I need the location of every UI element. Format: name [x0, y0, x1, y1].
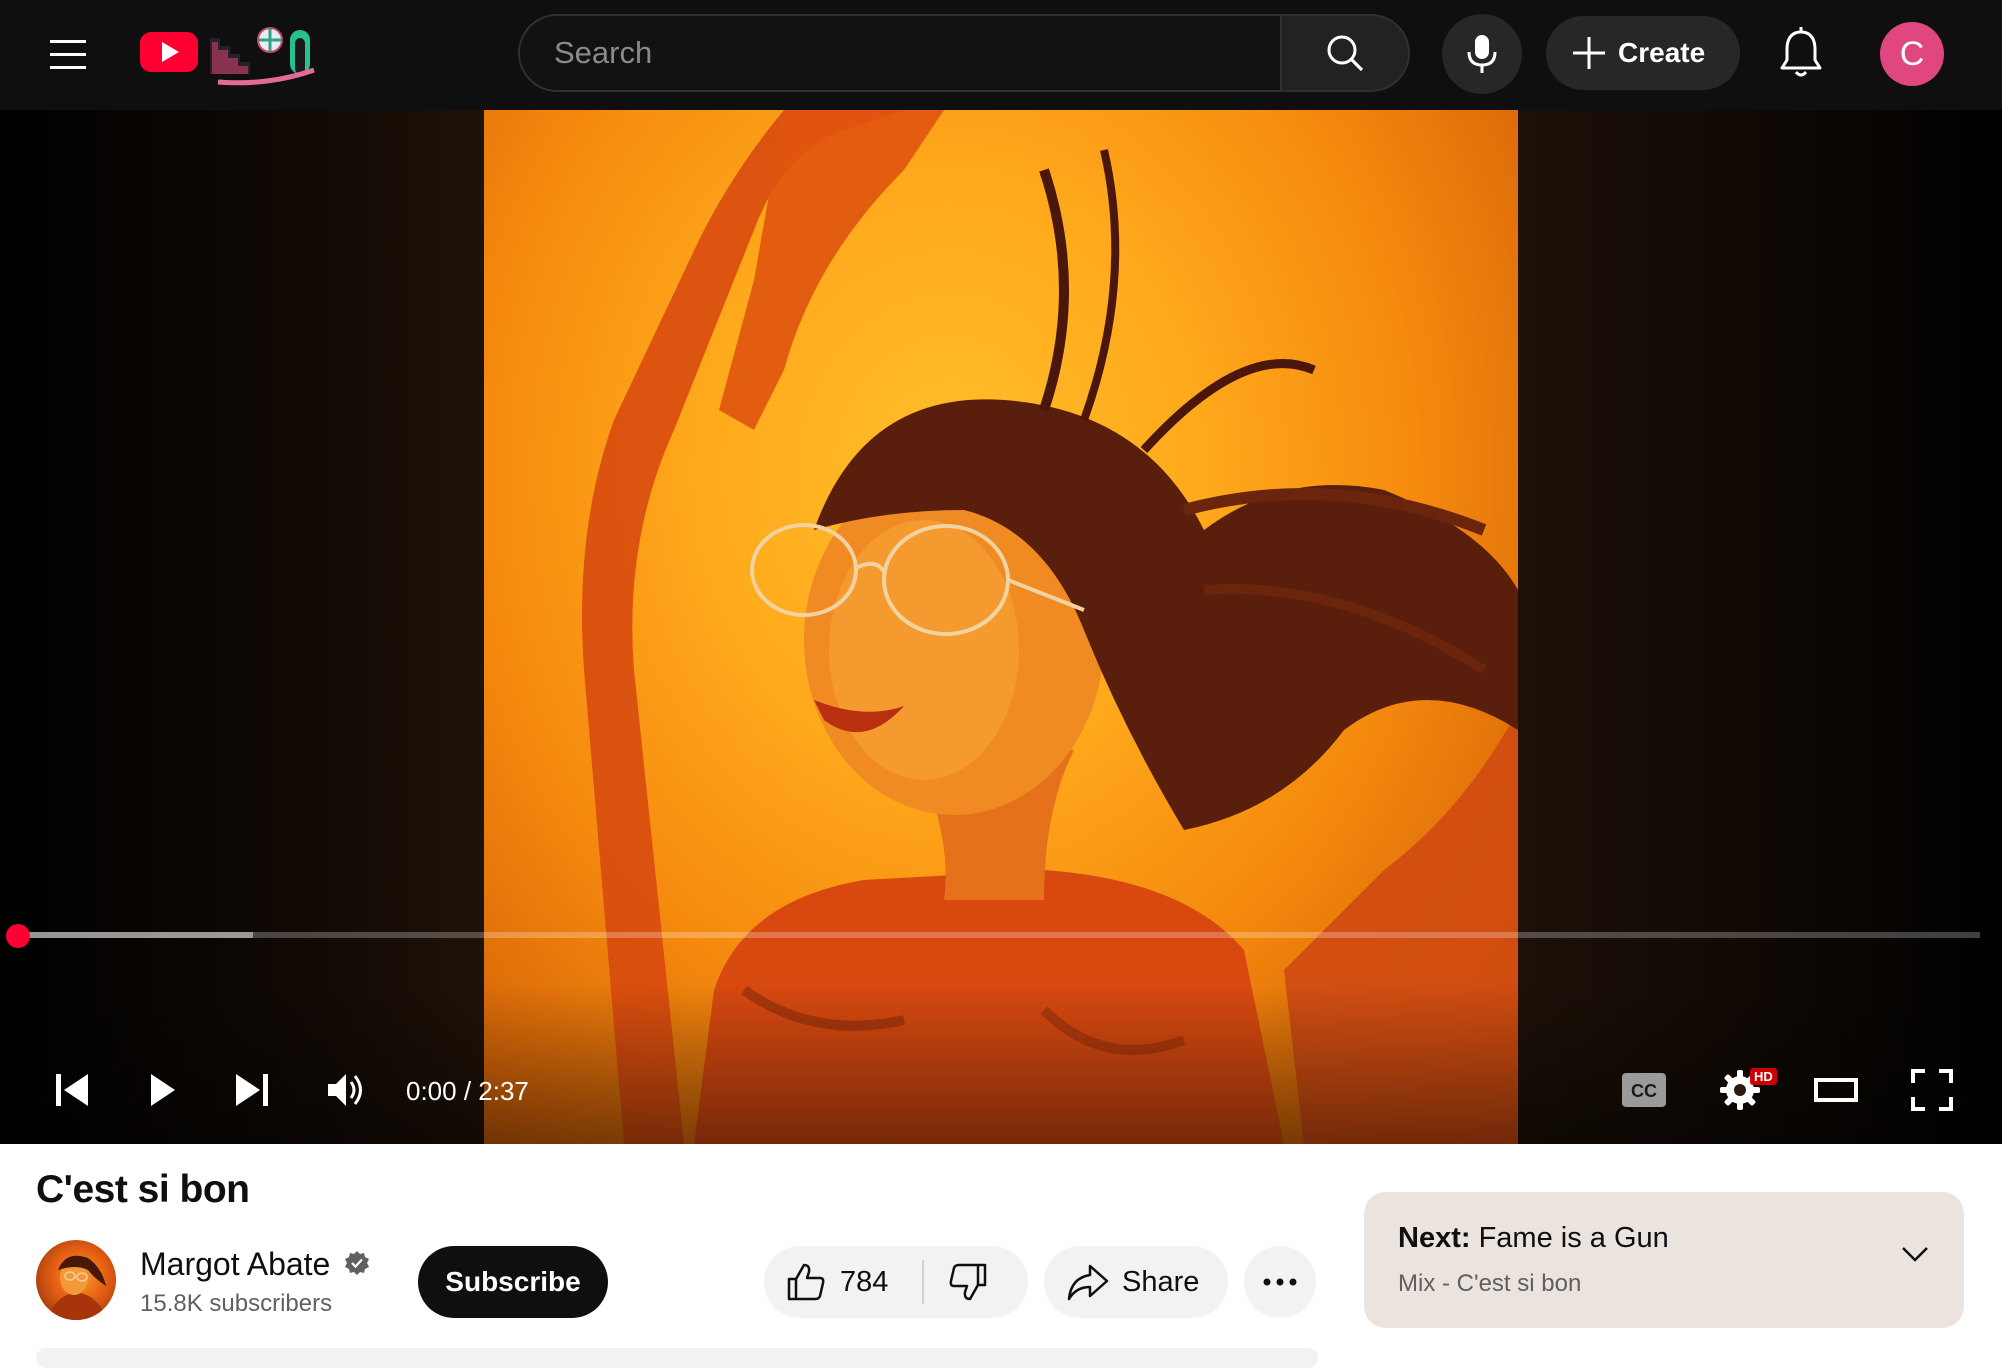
previous-icon	[56, 1074, 88, 1106]
up-next-card[interactable]: Next: Fame is a Gun Mix - C'est si bon	[1364, 1192, 1964, 1328]
search-box	[518, 14, 1282, 92]
time-display: 0:00 / 2:37	[406, 1076, 529, 1107]
avatar-letter: C	[1899, 34, 1925, 73]
create-label: Create	[1618, 37, 1706, 68]
create-button[interactable]: Create	[1546, 16, 1740, 90]
youtube-logo-icon[interactable]	[138, 24, 328, 88]
voice-search-button[interactable]	[1442, 14, 1522, 94]
dislike-button[interactable]	[948, 1246, 988, 1318]
up-next-title-line: Next: Fame is a Gun	[1398, 1222, 1669, 1255]
thumbs-up-icon	[787, 1263, 825, 1301]
chevron-down-icon[interactable]	[1900, 1244, 1930, 1264]
up-next-title: Fame is a Gun	[1478, 1222, 1669, 1254]
next-button[interactable]	[224, 1062, 280, 1118]
scrubber-handle[interactable]	[6, 924, 30, 948]
channel-avatar[interactable]	[36, 1240, 116, 1320]
up-next-prefix: Next:	[1398, 1222, 1471, 1254]
account-avatar[interactable]: C	[1880, 22, 1944, 86]
description-box[interactable]	[36, 1348, 1318, 1368]
play-button[interactable]	[134, 1062, 190, 1118]
volume-icon	[328, 1074, 362, 1106]
search-icon	[1327, 35, 1364, 72]
current-time: 0:00	[406, 1076, 457, 1106]
subscribe-button[interactable]: Subscribe	[418, 1246, 608, 1318]
time-separator: /	[456, 1076, 479, 1106]
video-title: C'est si bon	[36, 1168, 250, 1211]
like-count: 784	[840, 1265, 889, 1298]
play-icon	[151, 1074, 175, 1106]
svg-text:CC: CC	[1631, 1081, 1657, 1101]
previous-button[interactable]	[44, 1062, 100, 1118]
next-icon	[236, 1074, 268, 1106]
search-button[interactable]	[1282, 14, 1410, 92]
fullscreen-button[interactable]	[1904, 1062, 1960, 1118]
duration: 2:37	[478, 1076, 529, 1106]
volume-button[interactable]	[318, 1062, 374, 1118]
share-label: Share	[1122, 1265, 1200, 1298]
more-horizontal-icon	[1263, 1278, 1297, 1286]
search-input[interactable]	[552, 34, 1236, 72]
share-arrow-icon	[1067, 1264, 1109, 1301]
top-bar: Create C	[0, 0, 2002, 110]
captions-button[interactable]: CC	[1616, 1062, 1672, 1118]
subscriber-count: 15.8K subscribers	[140, 1290, 333, 1317]
thumbs-down-icon	[949, 1263, 987, 1301]
hd-badge: HD	[1750, 1068, 1777, 1085]
like-button[interactable]: 784	[786, 1246, 888, 1318]
up-next-subtitle: Mix - C'est si bon	[1398, 1270, 1582, 1297]
buffered-bar	[18, 932, 254, 938]
video-player[interactable]	[0, 110, 2002, 1144]
plus-icon	[1573, 37, 1605, 69]
captions-icon: CC	[1622, 1073, 1666, 1107]
channel-name[interactable]: Margot Abate	[140, 1246, 330, 1283]
like-dislike-group: 784	[764, 1246, 1028, 1318]
verified-badge-icon	[345, 1251, 369, 1275]
theater-mode-button[interactable]	[1808, 1062, 1864, 1118]
fullscreen-icon	[1911, 1069, 1953, 1111]
notifications-bell-icon[interactable]	[1770, 22, 1832, 86]
more-actions-button[interactable]	[1244, 1246, 1316, 1318]
microphone-icon	[1467, 35, 1497, 73]
progress-bar[interactable]	[18, 932, 1980, 938]
hamburger-menu-icon[interactable]	[32, 24, 104, 84]
like-divider	[922, 1260, 924, 1304]
share-button[interactable]: Share	[1044, 1246, 1228, 1318]
theater-mode-icon	[1814, 1078, 1858, 1102]
controls-gradient	[0, 984, 2002, 1144]
